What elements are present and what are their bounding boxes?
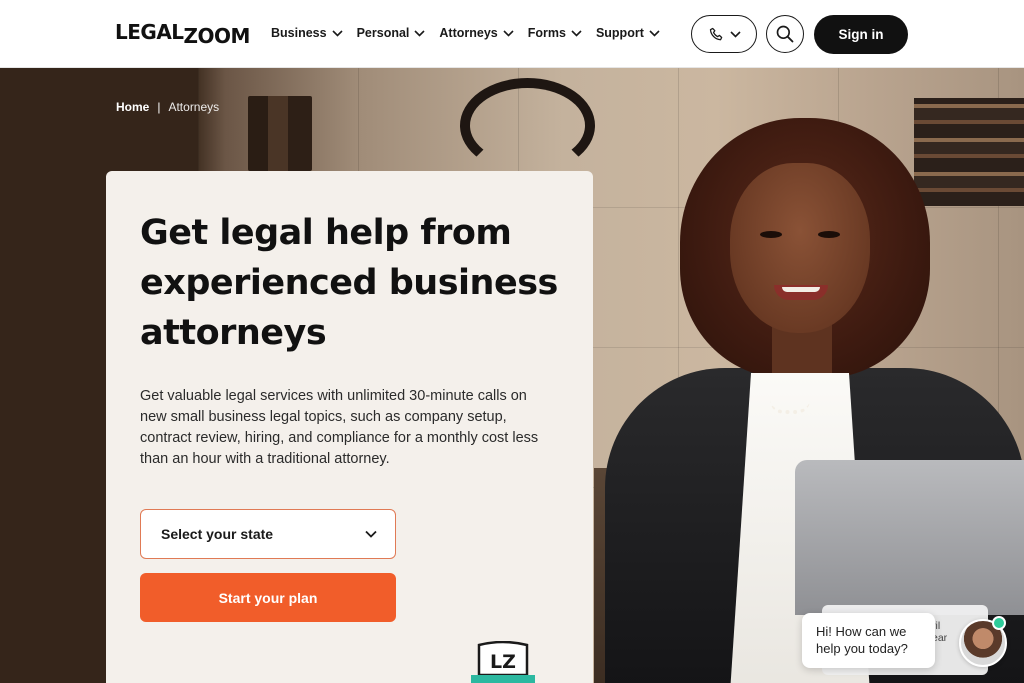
page-title: Get legal help from experienced business… <box>140 213 558 353</box>
nav-item-forms[interactable]: Forms <box>528 26 582 40</box>
phone-icon <box>709 27 722 40</box>
chevron-down-icon <box>649 29 660 37</box>
nav-item-business[interactable]: Business <box>271 26 343 40</box>
chevron-down-icon <box>414 29 425 37</box>
site-header: LEGALZOOM Business Personal Attorneys Fo… <box>0 0 1024 68</box>
chevron-down-icon <box>729 30 741 38</box>
chat-online-indicator <box>992 616 1006 630</box>
sign-in-button[interactable]: Sign in <box>814 15 908 54</box>
chat-greeting-bubble[interactable]: Hi! How can we help you today? <box>802 613 935 668</box>
chevron-down-icon <box>365 530 377 538</box>
badge-text: LZ <box>490 651 516 673</box>
breadcrumb-separator: | <box>157 100 161 114</box>
nav-item-attorneys[interactable]: Attorneys <box>439 26 514 40</box>
state-select-label: Select your state <box>161 526 274 542</box>
state-select-dropdown[interactable]: Select your state <box>140 509 396 559</box>
hero-description: Get valuable legal services with unlimit… <box>140 388 539 467</box>
main-nav: Business Personal Attorneys Forms Suppor… <box>271 26 674 40</box>
hero-laptop <box>795 460 1024 615</box>
chevron-down-icon <box>503 29 514 37</box>
chevron-down-icon <box>571 29 582 37</box>
breadcrumb: Home | Attorneys <box>116 100 219 114</box>
legalzoom-logo[interactable]: LEGALZOOM <box>115 20 250 48</box>
hero-sculpture <box>460 78 595 173</box>
nav-item-support[interactable]: Support <box>596 26 660 40</box>
chevron-down-icon <box>332 29 343 37</box>
lz-guarantee-badge-icon: LZ <box>471 641 535 683</box>
search-button[interactable] <box>766 15 804 53</box>
start-plan-button[interactable]: Start your plan <box>140 573 396 622</box>
hero-bookshelf <box>248 96 312 171</box>
breadcrumb-current: Attorneys <box>168 100 220 114</box>
phone-menu-button[interactable] <box>691 15 757 53</box>
breadcrumb-home-link[interactable]: Home <box>116 100 149 114</box>
nav-item-personal[interactable]: Personal <box>357 26 426 40</box>
search-icon <box>776 25 794 43</box>
